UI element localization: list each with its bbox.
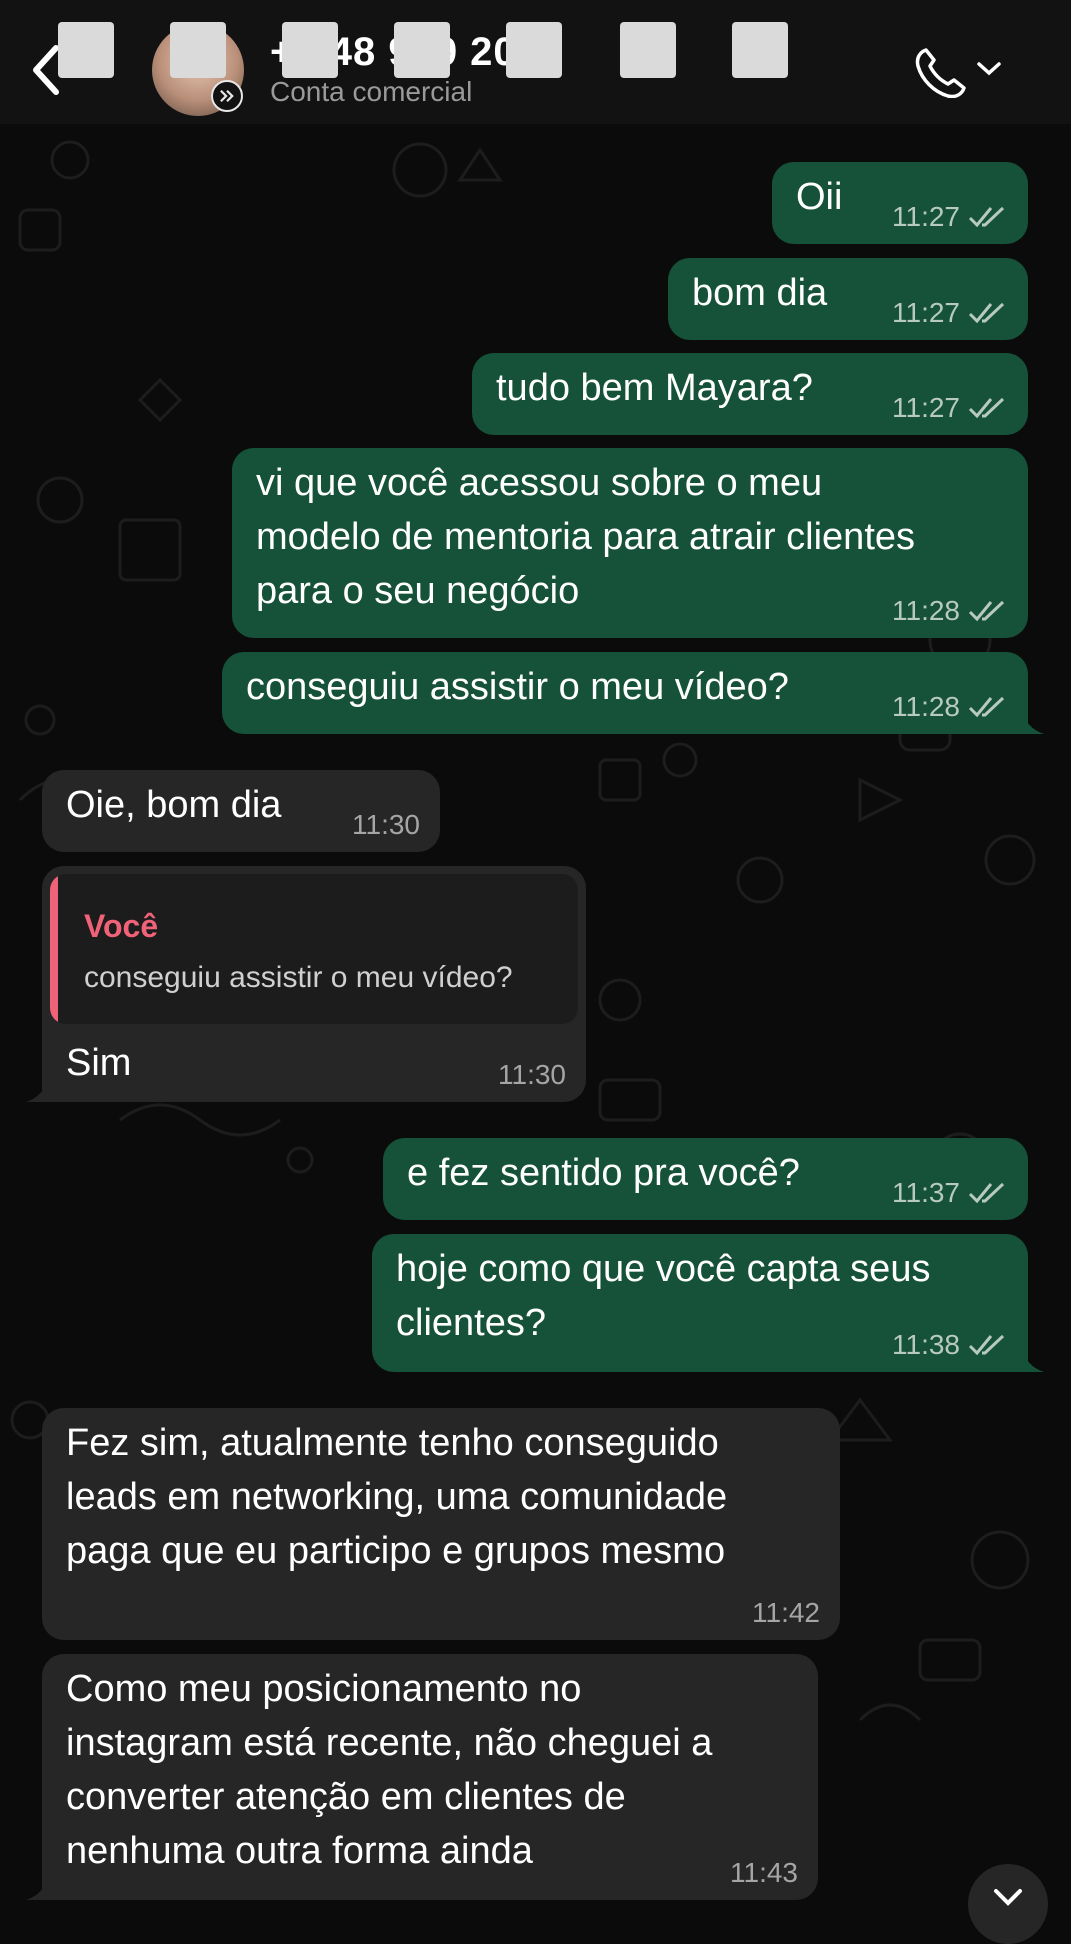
message-text: Oii xyxy=(796,176,843,218)
message-text: Como meu posicionamento no instagram est… xyxy=(66,1668,713,1872)
message-time: 11:30 xyxy=(352,809,420,840)
double-check-icon xyxy=(968,206,1005,228)
redaction-box xyxy=(620,22,676,78)
message-time: 11:38 xyxy=(892,1329,960,1360)
message-bubble-outgoing[interactable]: tudo bem Mayara? 11:27 xyxy=(472,353,1028,435)
message-time: 11:27 xyxy=(892,392,960,423)
message-text: tudo bem Mayara? xyxy=(496,367,813,409)
chevron-down-icon xyxy=(994,1889,1022,1906)
quote-text: conseguiu assistir o meu vídeo? xyxy=(84,961,513,994)
message-text: Oie, bom dia xyxy=(66,784,282,826)
double-check-icon xyxy=(968,397,1005,419)
phone-icon[interactable] xyxy=(912,44,972,98)
redaction-box xyxy=(394,22,450,78)
redaction-box xyxy=(58,22,114,78)
message-bubble-outgoing[interactable]: hoje como que você capta seus clientes? … xyxy=(372,1234,1044,1372)
double-check-icon xyxy=(968,600,1005,622)
double-check-icon xyxy=(968,696,1005,718)
message-text: vi que você acessou sobre o meu modelo d… xyxy=(256,462,916,612)
chat-header: +5 48 919 209 Conta comercial xyxy=(0,0,1071,124)
message-bubble-outgoing[interactable]: conseguiu assistir o meu vídeo? 11:28 xyxy=(222,652,1044,734)
redaction-box xyxy=(732,22,788,78)
message-time: 11:43 xyxy=(730,1857,798,1888)
message-text: Fez sim, atualmente tenho conseguido lea… xyxy=(66,1422,728,1572)
chevron-down-icon[interactable] xyxy=(975,58,1003,78)
message-bubble-outgoing[interactable]: bom dia 11:27 xyxy=(668,258,1028,340)
message-bubble-incoming[interactable]: Você conseguiu assistir o meu vídeo? Sim… xyxy=(26,866,586,1102)
message-text: e fez sentido pra você? xyxy=(407,1152,800,1194)
message-text: hoje como que você capta seus clientes? xyxy=(396,1248,931,1344)
redaction-box xyxy=(170,22,226,78)
scroll-to-bottom-button[interactable] xyxy=(968,1864,1048,1944)
quoted-message[interactable]: Você conseguiu assistir o meu vídeo? xyxy=(50,874,578,1024)
message-bubble-incoming[interactable]: Fez sim, atualmente tenho conseguido lea… xyxy=(42,1408,840,1640)
message-bubble-incoming[interactable]: Como meu posicionamento no instagram est… xyxy=(26,1654,818,1900)
double-check-icon xyxy=(968,1334,1005,1356)
message-time: 11:28 xyxy=(892,691,960,722)
message-bubble-outgoing[interactable]: vi que você acessou sobre o meu modelo d… xyxy=(232,448,1028,638)
bubble-tail xyxy=(1016,1348,1044,1372)
redaction-box xyxy=(506,22,562,78)
message-bubble-outgoing[interactable]: Oii 11:27 xyxy=(772,162,1028,244)
contact-subtitle: Conta comercial xyxy=(270,76,473,107)
message-text: bom dia xyxy=(692,272,828,314)
message-bubble-incoming[interactable]: Oie, bom dia 11:30 xyxy=(42,770,440,852)
quote-accent-bar xyxy=(50,874,58,1024)
message-time: 11:28 xyxy=(892,595,960,626)
bubble-tail xyxy=(26,1876,54,1900)
forward-icon xyxy=(211,80,243,112)
message-time: 11:37 xyxy=(892,1177,960,1208)
bubble-tail xyxy=(26,1078,54,1102)
double-check-icon xyxy=(968,302,1005,324)
redaction-box xyxy=(282,22,338,78)
message-text: conseguiu assistir o meu vídeo? xyxy=(246,666,789,708)
bubble-tail xyxy=(1016,710,1044,734)
message-time: 11:42 xyxy=(752,1597,820,1628)
message-time: 11:27 xyxy=(892,201,960,232)
message-time: 11:27 xyxy=(892,297,960,328)
message-bubble-outgoing[interactable]: e fez sentido pra você? 11:37 xyxy=(383,1138,1028,1220)
double-check-icon xyxy=(968,1182,1005,1204)
message-time: 11:30 xyxy=(498,1059,566,1090)
quote-author: Você xyxy=(84,908,159,944)
message-text: Sim xyxy=(66,1042,132,1084)
